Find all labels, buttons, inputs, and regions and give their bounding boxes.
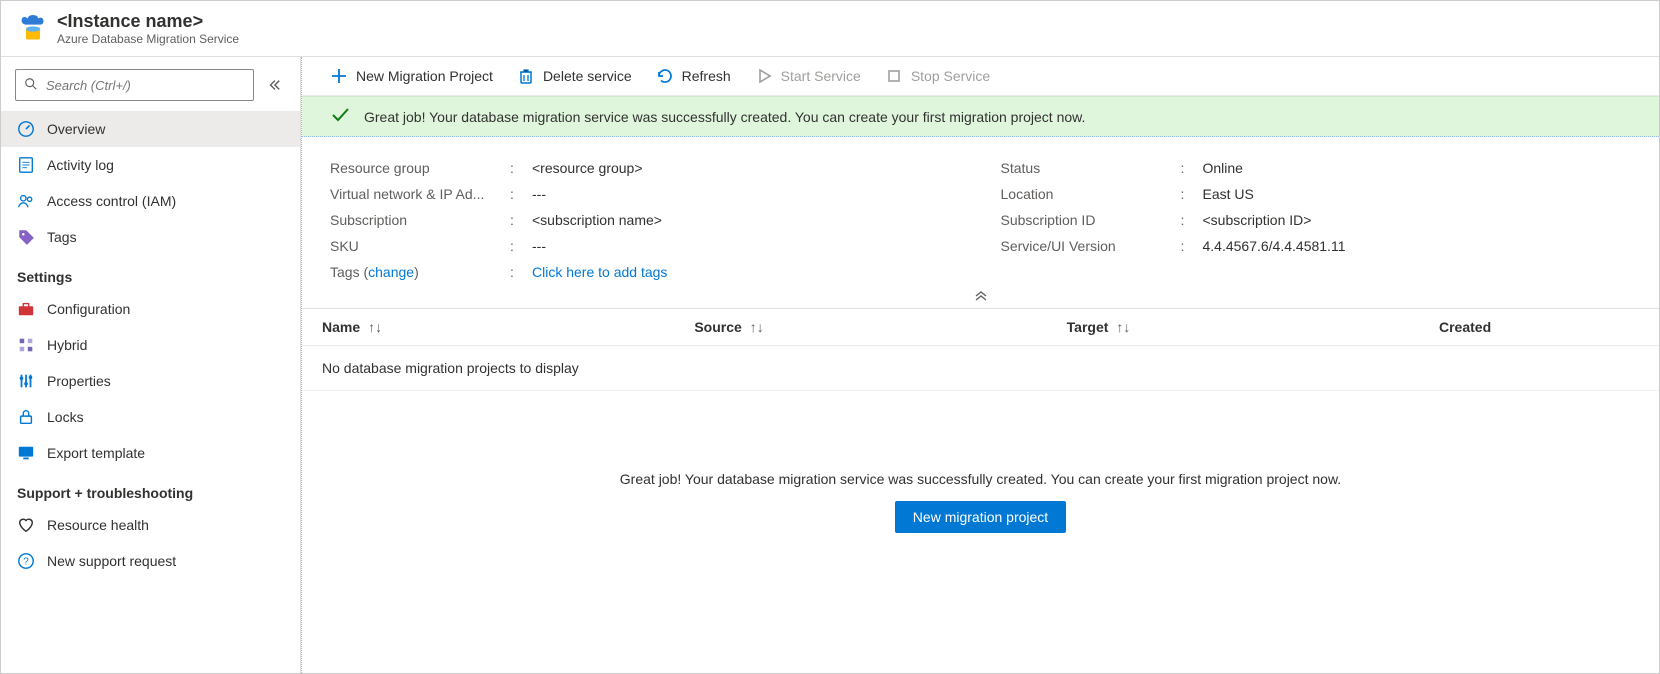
stop-icon — [885, 67, 903, 85]
sidebar-item-label: Hybrid — [47, 337, 87, 353]
tag-icon — [17, 228, 35, 246]
collapse-properties-button[interactable] — [302, 289, 1659, 308]
sidebar-item-label: Resource health — [47, 517, 149, 533]
monitor-icon — [17, 444, 35, 462]
sidebar-item-label: Properties — [47, 373, 111, 389]
search-icon — [24, 77, 38, 94]
service-icon — [19, 15, 47, 43]
prop-label-resource-group: Resource group — [330, 160, 510, 176]
start-service-button: Start Service — [755, 67, 861, 85]
page-title: <Instance name> — [57, 11, 239, 32]
sidebar-item-new-support-request[interactable]: ? New support request — [1, 543, 300, 579]
prop-value-subscription: <subscription name> — [532, 212, 662, 228]
check-icon — [330, 105, 350, 128]
sidebar-section-settings: Settings — [1, 255, 300, 291]
prop-value-location: East US — [1203, 186, 1254, 202]
play-icon — [755, 67, 773, 85]
sidebar-item-access-control[interactable]: Access control (IAM) — [1, 183, 300, 219]
sidebar-item-label: Access control (IAM) — [47, 193, 176, 209]
search-input[interactable] — [46, 78, 245, 93]
sort-icon: ↑↓ — [1116, 319, 1130, 335]
column-header-source[interactable]: Source ↑↓ — [694, 319, 1066, 335]
trash-icon — [517, 67, 535, 85]
add-tags-link[interactable]: Click here to add tags — [532, 264, 667, 280]
prop-label-subscription: Subscription — [330, 212, 510, 228]
sidebar: Overview Activity log Access control (IA… — [1, 57, 301, 673]
sidebar-item-label: Export template — [47, 445, 145, 461]
column-header-created[interactable]: Created — [1439, 319, 1639, 335]
toolbar-label: Delete service — [543, 68, 632, 84]
refresh-button[interactable]: Refresh — [656, 67, 731, 85]
sidebar-item-configuration[interactable]: Configuration — [1, 291, 300, 327]
prop-value-subscription-id: <subscription ID> — [1203, 212, 1312, 228]
prop-value-status: Online — [1203, 160, 1243, 176]
sidebar-item-overview[interactable]: Overview — [1, 111, 300, 147]
prop-label-status: Status — [1001, 160, 1181, 176]
sidebar-item-export-template[interactable]: Export template — [1, 435, 300, 471]
new-migration-project-button[interactable]: New Migration Project — [330, 67, 493, 85]
prop-label-subscription-id: Subscription ID — [1001, 212, 1181, 228]
column-header-target[interactable]: Target ↑↓ — [1067, 319, 1439, 335]
sidebar-item-label: Activity log — [47, 157, 114, 173]
collapse-sidebar-button[interactable] — [262, 73, 286, 97]
page-header: <Instance name> Azure Database Migration… — [1, 1, 1659, 57]
log-icon — [17, 156, 35, 174]
sidebar-item-label: Overview — [47, 121, 105, 137]
prop-label-vnet: Virtual network & IP Ad... — [330, 186, 510, 202]
change-tags-link[interactable]: change — [368, 264, 414, 280]
resource-properties: Resource group : <resource group> Virtua… — [302, 137, 1659, 289]
column-header-name[interactable]: Name ↑↓ — [322, 319, 694, 335]
svg-text:?: ? — [23, 557, 29, 568]
toolbar-label: Refresh — [682, 68, 731, 84]
table-empty-message: No database migration projects to displa… — [302, 346, 1659, 391]
sidebar-item-label: New support request — [47, 553, 176, 569]
toolbar-label: New Migration Project — [356, 68, 493, 84]
prop-value-version: 4.4.4567.6/4.4.4581.11 — [1203, 238, 1346, 254]
toolbar-label: Stop Service — [911, 68, 990, 84]
stop-service-button: Stop Service — [885, 67, 990, 85]
toolbar: New Migration Project Delete service Ref… — [302, 57, 1659, 96]
toolbox-icon — [17, 300, 35, 318]
plus-icon — [330, 67, 348, 85]
empty-state: Great job! Your database migration servi… — [302, 471, 1659, 533]
sort-icon: ↑↓ — [750, 319, 764, 335]
sidebar-item-label: Tags — [47, 229, 77, 245]
sidebar-item-locks[interactable]: Locks — [1, 399, 300, 435]
prop-value-sku: --- — [532, 238, 546, 254]
sliders-icon — [17, 372, 35, 390]
toolbar-label: Start Service — [781, 68, 861, 84]
banner-text: Great job! Your database migration servi… — [364, 109, 1085, 125]
sidebar-item-label: Configuration — [47, 301, 130, 317]
main-content: New Migration Project Delete service Ref… — [301, 57, 1659, 673]
prop-value-vnet: --- — [532, 186, 546, 202]
empty-state-text: Great job! Your database migration servi… — [620, 471, 1341, 487]
sidebar-section-support: Support + troubleshooting — [1, 471, 300, 507]
success-banner: Great job! Your database migration servi… — [302, 96, 1659, 137]
page-subtitle: Azure Database Migration Service — [57, 32, 239, 46]
projects-table: Name ↑↓ Source ↑↓ Target ↑↓ Created — [302, 308, 1659, 391]
refresh-icon — [656, 67, 674, 85]
sidebar-item-activity-log[interactable]: Activity log — [1, 147, 300, 183]
prop-label-location: Location — [1001, 186, 1181, 202]
sidebar-item-resource-health[interactable]: Resource health — [1, 507, 300, 543]
prop-label-tags: Tags (change) — [330, 264, 510, 280]
gauge-icon — [17, 120, 35, 138]
sort-icon: ↑↓ — [368, 319, 382, 335]
sidebar-item-tags[interactable]: Tags — [1, 219, 300, 255]
heart-icon — [17, 516, 35, 534]
help-icon: ? — [17, 552, 35, 570]
search-input-wrap[interactable] — [15, 69, 254, 101]
sidebar-item-properties[interactable]: Properties — [1, 363, 300, 399]
grid-icon — [17, 336, 35, 354]
sidebar-item-hybrid[interactable]: Hybrid — [1, 327, 300, 363]
prop-label-sku: SKU — [330, 238, 510, 254]
new-migration-project-cta-button[interactable]: New migration project — [895, 501, 1066, 533]
people-icon — [17, 192, 35, 210]
sidebar-item-label: Locks — [47, 409, 84, 425]
lock-icon — [17, 408, 35, 426]
prop-label-version: Service/UI Version — [1001, 238, 1181, 254]
prop-value-resource-group: <resource group> — [532, 160, 643, 176]
delete-service-button[interactable]: Delete service — [517, 67, 632, 85]
